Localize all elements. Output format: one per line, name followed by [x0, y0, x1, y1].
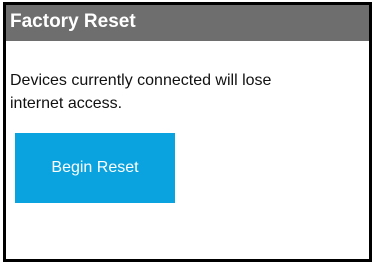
dialog-title-bar: Factory Reset	[6, 5, 369, 41]
dialog-title: Factory Reset	[10, 11, 136, 32]
dialog-message: Devices currently connected will lose in…	[10, 69, 355, 115]
begin-reset-button[interactable]: Begin Reset	[15, 133, 175, 203]
factory-reset-dialog: Factory Reset Devices currently connecte…	[3, 2, 372, 262]
dialog-message-line-1: Devices currently connected will lose	[10, 72, 272, 89]
dialog-message-line-2: internet access.	[10, 95, 123, 112]
